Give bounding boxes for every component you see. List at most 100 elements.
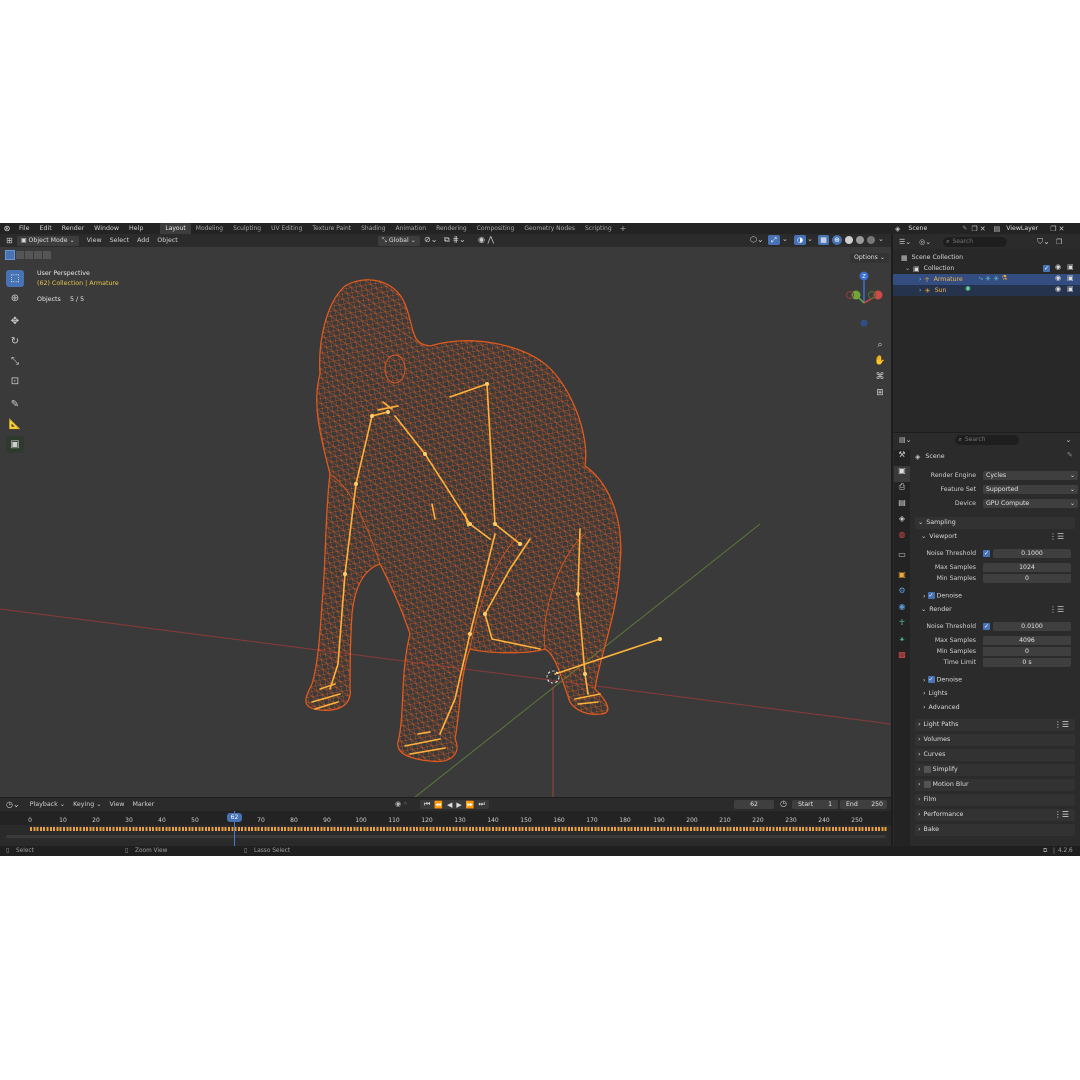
expand-chevron-icon[interactable]: › xyxy=(893,276,924,283)
outliner-search[interactable]: ⌕ Search xyxy=(943,236,1008,247)
tab-geometry-nodes[interactable]: Geometry Nodes xyxy=(519,223,580,234)
rendered-shading-icon[interactable] xyxy=(867,236,875,244)
presets-icon[interactable]: ⋮☰ xyxy=(1049,532,1064,541)
scene-name[interactable]: Scene xyxy=(902,225,948,232)
presets-icon[interactable]: ⋮☰ xyxy=(1054,719,1075,731)
snap-icon[interactable]: ⧉ ⋕⌄ xyxy=(444,235,466,245)
eye-icon[interactable]: ◉ xyxy=(1055,274,1061,282)
solid-shading-icon[interactable] xyxy=(845,236,853,244)
render-max-samples-field[interactable]: 4096 xyxy=(983,636,1071,645)
end-frame-field[interactable]: End 250 xyxy=(840,800,887,809)
tab-uv-editing[interactable]: UV Editing xyxy=(266,223,307,234)
tab-rendering[interactable]: Rendering xyxy=(431,223,472,234)
tool-tab-icon[interactable]: ⚒ xyxy=(894,450,910,466)
presets-icon[interactable]: ⋮☰ xyxy=(1049,605,1064,614)
render-denoise-subpanel[interactable]: › ✓ Denoise xyxy=(923,676,962,684)
start-frame-field[interactable]: Start 1 xyxy=(792,800,838,809)
simplify-panel[interactable]: › Simplify xyxy=(915,764,1075,776)
tab-sculpting[interactable]: Sculpting xyxy=(228,223,266,234)
tab-animation[interactable]: Animation xyxy=(391,223,432,234)
transform-orientation-dropdown[interactable]: ⤡ Global ⌄ xyxy=(378,236,420,246)
play-icon[interactable]: ▶ xyxy=(454,801,463,809)
viewport-min-samples-field[interactable]: 0 xyxy=(983,574,1071,583)
jump-keyframe-back-icon[interactable]: ⏪ xyxy=(432,801,445,809)
menu-keying[interactable]: Keying ⌄ xyxy=(69,798,105,811)
outliner-collection[interactable]: ⌄ ▣ Collection ✓ ◉ ▣ xyxy=(905,263,1080,274)
menu-select[interactable]: Select xyxy=(106,234,133,247)
render-engine-dropdown[interactable]: Cycles ⌄ xyxy=(983,471,1078,480)
render-denoise-checkbox[interactable]: ✓ xyxy=(927,676,935,683)
motion-blur-panel[interactable]: › Motion Blur xyxy=(915,779,1075,791)
outliner-item-sun[interactable]: › ☀ Sun ✺ ◉ ▣ xyxy=(893,285,1080,296)
render-noise-threshold-checkbox[interactable]: ✓ xyxy=(983,623,990,630)
mode-dropdown[interactable]: ▣ Object Mode ⌄ xyxy=(16,235,79,246)
expand-chevron-icon[interactable]: ⌄ xyxy=(905,265,913,272)
timeline-scrollbar[interactable] xyxy=(6,835,886,838)
jump-start-icon[interactable]: ⏮ xyxy=(422,800,432,809)
camera-icon[interactable]: ▣ xyxy=(1067,285,1074,293)
pivot-icon[interactable]: ⊘⌄ xyxy=(424,235,437,244)
advanced-subpanel[interactable]: › Advanced xyxy=(923,704,960,711)
pin-icon[interactable]: ✎ xyxy=(962,225,967,232)
render-min-samples-field[interactable]: 0 xyxy=(983,647,1071,656)
view-layer-icon[interactable]: ▤ xyxy=(994,225,1001,233)
menu-file[interactable]: File xyxy=(14,223,35,234)
menu-playback[interactable]: Playback ⌄ xyxy=(26,798,69,811)
viewport-denoise-checkbox[interactable]: ✓ xyxy=(927,592,935,599)
new-view-layer-icon[interactable]: ❐ xyxy=(1050,225,1056,233)
outliner-scene-collection[interactable]: ▦ Scene Collection xyxy=(901,252,963,263)
time-limit-field[interactable]: 0 s xyxy=(983,658,1071,667)
modifier-tab-icon[interactable]: ⚙ xyxy=(894,586,910,602)
gorilla-mesh[interactable] xyxy=(305,279,622,763)
stats-icon[interactable]: ⧉ xyxy=(1043,846,1047,856)
menu-help[interactable]: Help xyxy=(124,223,148,234)
presets-icon[interactable]: ⋮☰ xyxy=(1054,809,1075,821)
3d-viewport[interactable]: ⊞ ▣ Object Mode ⌄ View Select Add Object… xyxy=(0,234,891,797)
menu-add[interactable]: Add xyxy=(133,234,153,247)
collection-checkbox[interactable]: ✓ xyxy=(1043,265,1050,272)
expand-chevron-icon[interactable]: › xyxy=(893,287,924,294)
overlay-dropdown-icon[interactable]: ⌄ xyxy=(807,235,813,243)
delete-scene-icon[interactable]: ✕ xyxy=(980,225,986,233)
bake-panel[interactable]: › Bake xyxy=(915,824,1075,836)
render-noise-threshold-field[interactable]: 0.0100 xyxy=(993,622,1071,631)
properties-options-icon[interactable]: ⌄ xyxy=(1065,436,1071,444)
pin-icon[interactable]: ✎ xyxy=(1067,451,1073,459)
viewport-max-samples-field[interactable]: 1024 xyxy=(983,563,1071,572)
scene-render[interactable] xyxy=(0,247,891,797)
preview-range-icon[interactable]: ◷ xyxy=(780,799,787,808)
view-layer-name[interactable]: ViewLayer xyxy=(1006,225,1046,232)
new-scene-icon[interactable]: ❐ xyxy=(971,225,977,233)
tab-compositing[interactable]: Compositing xyxy=(472,223,520,234)
auto-keying-icon[interactable]: ◉ ◦ xyxy=(395,800,407,808)
keyframe-strip[interactable] xyxy=(30,827,888,831)
filter-icon[interactable]: ⛉⌄ xyxy=(1037,237,1050,247)
menu-edit[interactable]: Edit xyxy=(35,223,57,234)
volumes-panel[interactable]: › Volumes xyxy=(915,734,1075,746)
gizmo-dropdown-icon[interactable]: ⌄ xyxy=(782,235,788,243)
motion-blur-checkbox[interactable] xyxy=(923,780,931,788)
eye-icon[interactable]: ◉ xyxy=(1055,285,1061,293)
physics-tab-icon[interactable]: ◉ xyxy=(894,602,910,618)
properties-editor-icon[interactable]: ▤⌄ xyxy=(893,436,915,444)
timeline-track[interactable]: 0 10 20 30 40 50 70 80 90 100 110 120 13… xyxy=(0,811,891,846)
tab-scripting[interactable]: Scripting xyxy=(580,223,617,234)
feature-set-dropdown[interactable]: Supported ⌄ xyxy=(983,485,1078,494)
blender-logo-icon[interactable]: ⊛ xyxy=(0,223,14,234)
simplify-checkbox[interactable] xyxy=(923,765,931,773)
lights-subpanel[interactable]: › Lights xyxy=(923,690,948,697)
menu-object[interactable]: Object xyxy=(153,234,182,247)
new-collection-icon[interactable]: ❐ xyxy=(1056,238,1062,246)
sampling-panel-header[interactable]: ⌄ Sampling xyxy=(915,517,1075,529)
timeline-editor-icon[interactable]: ◷⌄ xyxy=(0,800,26,809)
material-shading-icon[interactable] xyxy=(856,236,864,244)
performance-panel[interactable]: › Performance ⋮☰ xyxy=(915,809,1075,821)
tab-layout[interactable]: Layout xyxy=(160,223,191,234)
menu-marker[interactable]: Marker xyxy=(128,798,158,811)
display-mode-icon[interactable]: ◎⌄ xyxy=(915,238,935,246)
viewport-subpanel-header[interactable]: ⌄ Viewport xyxy=(921,533,957,540)
delete-view-layer-icon[interactable]: ✕ xyxy=(1058,225,1064,233)
tab-texture-paint[interactable]: Texture Paint xyxy=(307,223,356,234)
editor-type-icon[interactable]: ⊞ xyxy=(0,236,17,245)
tab-modeling[interactable]: Modeling xyxy=(191,223,228,234)
